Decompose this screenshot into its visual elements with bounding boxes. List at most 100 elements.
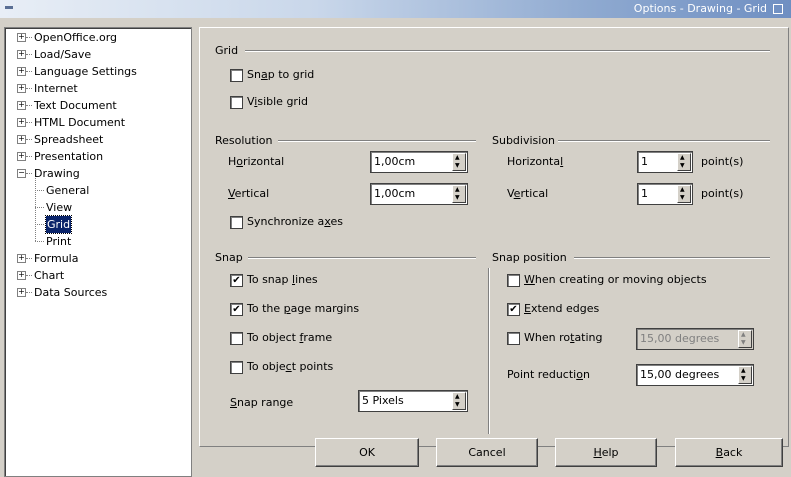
resolution-section-rule <box>278 140 476 142</box>
collapse-icon[interactable]: − <box>17 169 26 178</box>
snap-to-grid-label[interactable]: Snap to grid <box>247 68 314 81</box>
spin-arrows-icon[interactable]: ▲ ▼ <box>452 185 466 203</box>
creating-moving-label[interactable]: When creating or moving objects <box>524 273 707 286</box>
back-button[interactable]: Back <box>675 438 783 467</box>
tree-item-openoffice-org[interactable]: + OpenOffice.org <box>5 29 185 46</box>
expand-icon[interactable]: + <box>17 84 26 93</box>
expand-icon[interactable]: + <box>17 101 26 110</box>
object-points-checkbox[interactable] <box>230 361 243 374</box>
title-bar[interactable]: Options - Drawing - Grid <box>0 0 791 18</box>
expand-icon[interactable]: + <box>17 288 26 297</box>
tree-item-label: Grid <box>44 215 73 234</box>
help-button[interactable]: Help <box>555 438 657 467</box>
snap-section-title: Snap <box>215 251 243 264</box>
expand-icon[interactable]: + <box>17 135 26 144</box>
spin-arrows-icon[interactable]: ▲ ▼ <box>677 153 691 171</box>
tree-item-chart[interactable]: + Chart <box>5 267 185 284</box>
visible-grid-label[interactable]: Visible grid <box>247 95 308 108</box>
extend-edges-label[interactable]: Extend edges <box>524 302 599 315</box>
tree-item-label: Print <box>46 235 72 248</box>
options-tree[interactable]: + OpenOffice.org + Load/Save + Language Setti… <box>4 27 192 477</box>
synchronize-axes-checkbox[interactable] <box>230 216 243 229</box>
expand-icon[interactable]: + <box>17 50 26 59</box>
resolution-section-title: Resolution <box>215 134 273 147</box>
tree-item-language-settings[interactable]: + Language Settings <box>5 63 185 80</box>
point-reduction-label: Point reduction <box>507 368 590 381</box>
tree-item-html-document[interactable]: + HTML Document <box>5 114 185 131</box>
resolution-horizontal-spinbox[interactable]: 1,00cm ▲ ▼ <box>370 151 468 173</box>
snap-lines-label[interactable]: To snap lines <box>247 273 318 286</box>
expand-icon[interactable]: + <box>17 152 26 161</box>
window-title: Options - Drawing - Grid <box>633 2 767 15</box>
extend-edges-checkbox[interactable]: ✔ <box>507 303 520 316</box>
point-reduction-value[interactable]: 15,00 degrees <box>640 368 719 381</box>
ok-button[interactable]: OK <box>315 438 419 467</box>
synchronize-axes-label[interactable]: Synchronize axes <box>247 215 343 228</box>
rotating-angle-spinbox: 15,00 degrees ▲ ▼ <box>636 328 754 350</box>
page-margins-label[interactable]: To the page margins <box>247 302 359 315</box>
spin-arrows-icon: ▲ ▼ <box>738 330 752 348</box>
expand-icon[interactable]: + <box>17 67 26 76</box>
tree-item-load-save[interactable]: + Load/Save <box>5 46 185 63</box>
tree-item-print[interactable]: Print <box>5 233 185 250</box>
tree-item-formula[interactable]: + Formula <box>5 250 185 267</box>
tree-connector <box>26 37 32 38</box>
tree-item-label: Data Sources <box>34 286 108 299</box>
resolution-horizontal-value[interactable]: 1,00cm <box>374 155 415 168</box>
object-points-label[interactable]: To object points <box>247 360 333 373</box>
tree-item-grid[interactable]: Grid <box>5 215 185 234</box>
snap-range-spinbox[interactable]: 5 Pixels ▲ ▼ <box>358 390 468 412</box>
tree-item-general[interactable]: General <box>5 182 185 199</box>
visible-grid-checkbox[interactable] <box>230 96 243 109</box>
subdivision-horizontal-unit: point(s) <box>701 155 744 168</box>
resolution-horizontal-label: Horizontal <box>228 155 285 168</box>
point-reduction-spinbox[interactable]: 15,00 degrees ▲ ▼ <box>636 364 754 386</box>
tree-item-label: Text Document <box>34 99 117 112</box>
spin-arrows-icon[interactable]: ▲ ▼ <box>738 366 752 384</box>
object-frame-checkbox[interactable] <box>230 332 243 345</box>
tree-item-label: General <box>46 184 90 197</box>
spin-arrows-icon[interactable]: ▲ ▼ <box>452 153 466 171</box>
maximize-icon[interactable] <box>773 4 783 14</box>
tree-item-text-document[interactable]: + Text Document <box>5 97 185 114</box>
grid-section-rule <box>245 50 770 52</box>
rotating-label[interactable]: When rotating <box>524 331 603 344</box>
tree-item-internet[interactable]: + Internet <box>5 80 185 97</box>
creating-moving-checkbox[interactable] <box>507 274 520 287</box>
tree-children-line <box>35 178 36 241</box>
resolution-vertical-spinbox[interactable]: 1,00cm ▲ ▼ <box>370 183 468 205</box>
subdivision-horizontal-value[interactable]: 1 <box>641 155 648 168</box>
subdivision-vertical-spinbox[interactable]: 1 ▲ ▼ <box>637 183 693 205</box>
subdivision-vertical-value[interactable]: 1 <box>641 187 648 200</box>
snap-lines-checkbox[interactable]: ✔ <box>230 274 243 287</box>
page-margins-checkbox[interactable]: ✔ <box>230 303 243 316</box>
expand-icon[interactable]: + <box>17 271 26 280</box>
cancel-button[interactable]: Cancel <box>436 438 538 467</box>
tree-connector <box>26 139 32 140</box>
grid-options-panel: Grid Snap to grid Visible grid Resolutio… <box>199 27 789 447</box>
subdivision-horizontal-spinbox[interactable]: 1 ▲ ▼ <box>637 151 693 173</box>
expand-icon[interactable]: + <box>17 254 26 263</box>
expand-icon[interactable]: + <box>17 33 26 42</box>
snap-range-value[interactable]: 5 Pixels <box>362 394 404 407</box>
tree-item-drawing[interactable]: − Drawing <box>5 165 185 182</box>
expand-icon[interactable]: + <box>17 118 26 127</box>
system-menu-icon[interactable] <box>5 6 13 9</box>
resolution-vertical-value[interactable]: 1,00cm <box>374 187 415 200</box>
tree-connector <box>26 156 32 157</box>
object-frame-label[interactable]: To object frame <box>247 331 332 344</box>
snap-to-grid-checkbox[interactable] <box>230 69 243 82</box>
tree-item-label: Internet <box>34 82 78 95</box>
rotating-checkbox[interactable] <box>507 332 520 345</box>
tree-item-spreadsheet[interactable]: + Spreadsheet <box>5 131 185 148</box>
tree-item-label: Chart <box>34 269 65 282</box>
tree-item-data-sources[interactable]: + Data Sources <box>5 284 185 301</box>
spin-arrows-icon[interactable]: ▲ ▼ <box>452 392 466 410</box>
tree-item-presentation[interactable]: + Presentation <box>5 148 185 165</box>
spin-arrows-icon[interactable]: ▲ ▼ <box>677 185 691 203</box>
tree-item-label: Language Settings <box>34 65 137 78</box>
tree-item-view[interactable]: View <box>5 199 185 216</box>
subdivision-section-title: Subdivision <box>492 134 556 147</box>
snap-position-section-title: Snap position <box>492 251 567 264</box>
tree-connector <box>26 258 32 259</box>
